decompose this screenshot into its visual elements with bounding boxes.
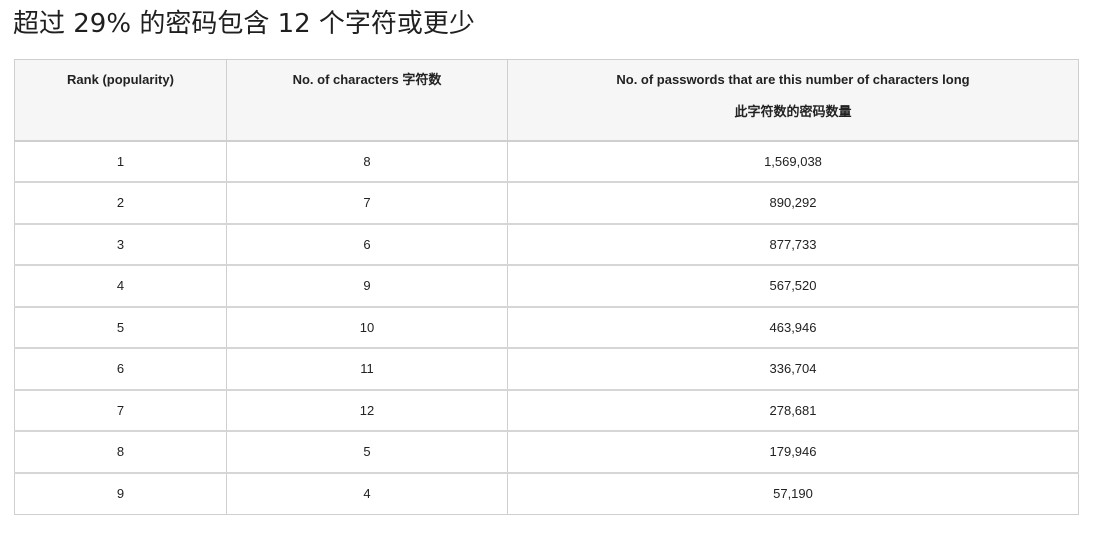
header-characters: No. of characters 字符数 (226, 59, 508, 142)
cell-rank: 7 (14, 389, 227, 432)
table-row: 3 6 877,733 (14, 223, 1079, 266)
cell-passwords: 463,946 (507, 306, 1079, 349)
page-title: 超过 29% 的密码包含 12 个字符或更少 (13, 9, 475, 39)
table-header: Rank (popularity) No. of characters 字符数 … (14, 59, 1079, 142)
cell-rank: 8 (14, 430, 227, 474)
header-passwords: No. of passwords that are this number of… (507, 59, 1079, 142)
cell-characters: 10 (226, 306, 508, 349)
header-passwords-chinese: 此字符数的密码数量 (734, 104, 852, 119)
cell-rank: 3 (14, 223, 227, 266)
cell-passwords: 877,733 (507, 223, 1079, 266)
cell-rank: 4 (14, 264, 227, 308)
cell-passwords: 179,946 (507, 430, 1079, 474)
table-row: 6 11 336,704 (14, 347, 1079, 391)
cell-characters: 6 (226, 223, 508, 266)
table-body: 1 8 1,569,038 2 7 890,292 3 6 877,733 4 9 567,520 5 1… (14, 140, 1079, 515)
table-row: 5 10 463,946 (14, 306, 1079, 349)
cell-rank: 2 (14, 181, 227, 225)
cell-characters: 11 (226, 347, 508, 391)
cell-passwords: 567,520 (507, 264, 1079, 308)
header-rank: Rank (popularity) (14, 59, 227, 142)
password-length-table: Rank (popularity) No. of characters 字符数 … (14, 59, 1079, 515)
cell-passwords: 278,681 (507, 389, 1079, 432)
header-passwords-english: No. of passwords that are this number of… (616, 72, 970, 87)
cell-rank: 5 (14, 306, 227, 349)
cell-characters: 7 (226, 181, 508, 225)
table-row: 4 9 567,520 (14, 264, 1079, 308)
cell-rank: 1 (14, 140, 227, 183)
cell-rank: 6 (14, 347, 227, 391)
table-row: 9 4 57,190 (14, 472, 1079, 515)
table-header-row: Rank (popularity) No. of characters 字符数 … (14, 59, 1079, 142)
cell-rank: 9 (14, 472, 227, 515)
cell-passwords: 1,569,038 (507, 140, 1079, 183)
table-row: 2 7 890,292 (14, 181, 1079, 225)
cell-passwords: 57,190 (507, 472, 1079, 515)
table-row: 8 5 179,946 (14, 430, 1079, 474)
table-row: 7 12 278,681 (14, 389, 1079, 432)
cell-characters: 5 (226, 430, 508, 474)
cell-characters: 9 (226, 264, 508, 308)
cell-passwords: 890,292 (507, 181, 1079, 225)
table-row: 1 8 1,569,038 (14, 140, 1079, 183)
cell-passwords: 336,704 (507, 347, 1079, 391)
cell-characters: 8 (226, 140, 508, 183)
cell-characters: 4 (226, 472, 508, 515)
cell-characters: 12 (226, 389, 508, 432)
